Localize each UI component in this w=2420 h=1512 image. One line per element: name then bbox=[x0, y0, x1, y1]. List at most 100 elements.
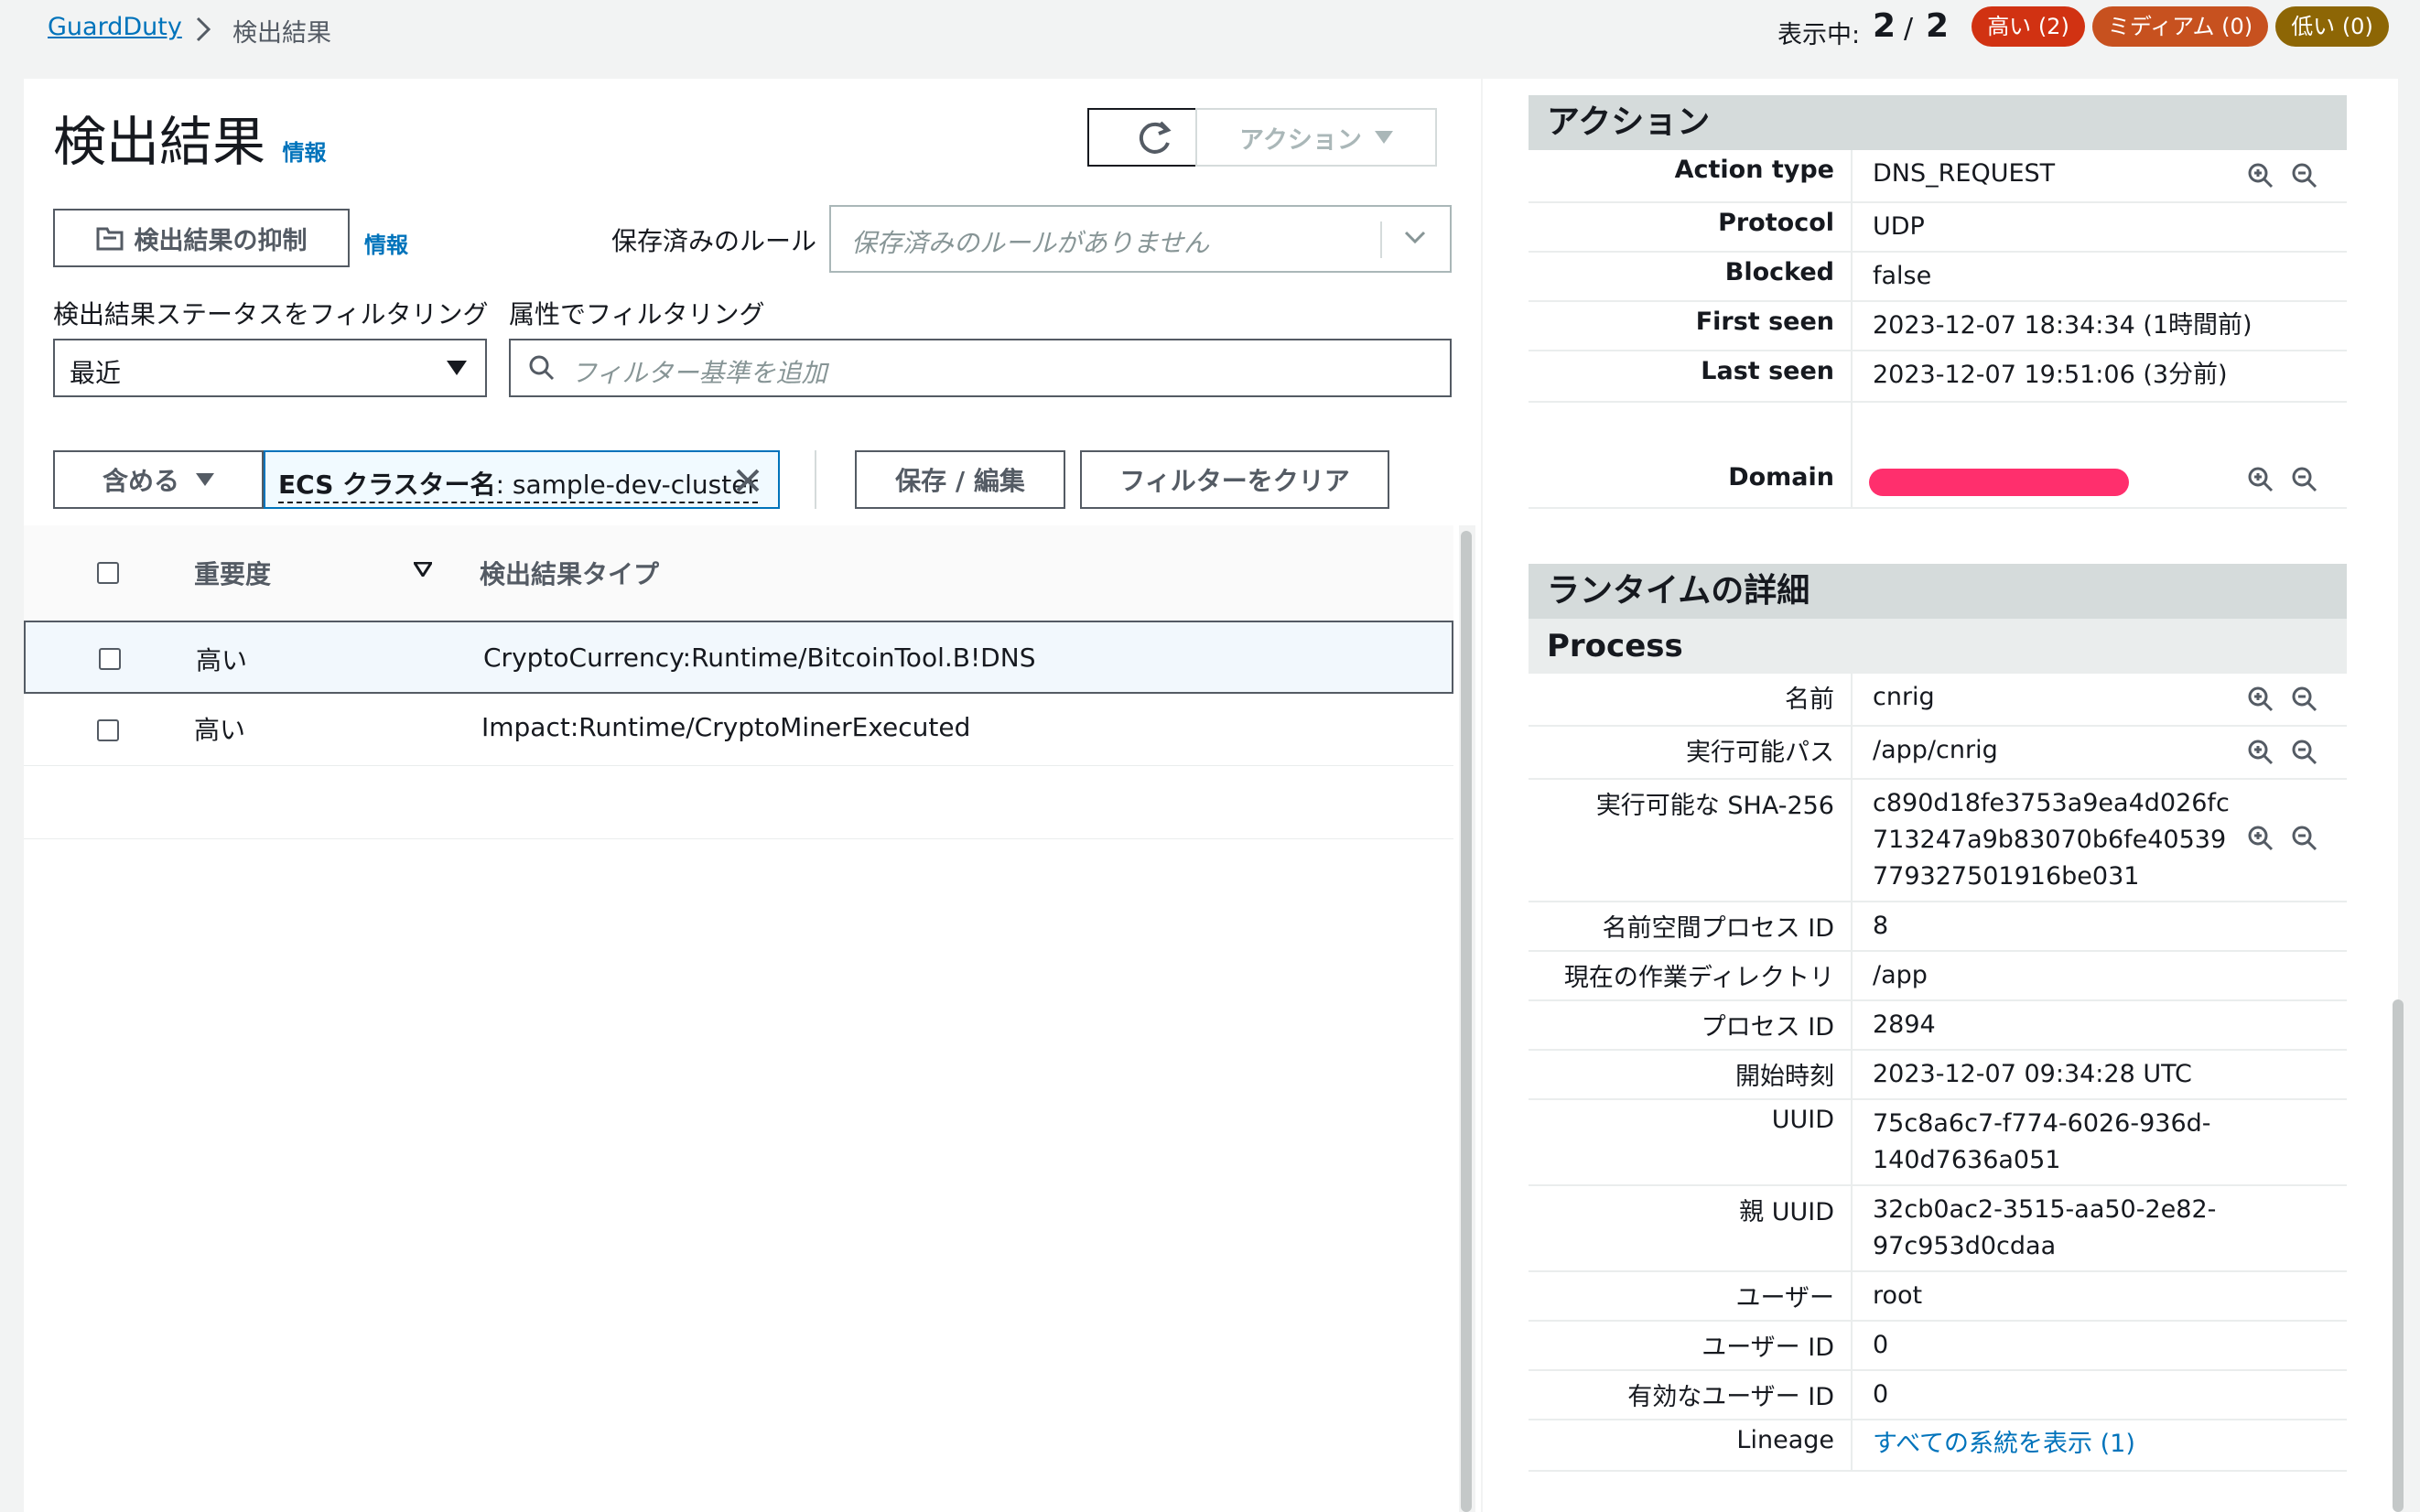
saved-rules-label: 保存済みのルール bbox=[611, 226, 817, 256]
process-subheader: Process bbox=[1529, 619, 2347, 674]
detail-row-lineage: Lineage すべての系統を表示 (1) bbox=[1529, 1420, 2347, 1472]
count-total: 2 bbox=[1926, 7, 1950, 45]
row-severity: 高い bbox=[194, 715, 246, 745]
caret-down-icon bbox=[196, 473, 214, 486]
include-dropdown[interactable]: 含める bbox=[53, 450, 264, 509]
count-label: 表示中: bbox=[1777, 21, 1861, 49]
detail-row-cwd: 現在の作業ディレクトリ /app bbox=[1529, 952, 2347, 1001]
action-section-header: アクション bbox=[1529, 95, 2347, 150]
caret-down-icon bbox=[1374, 131, 1393, 144]
detail-value: root bbox=[1873, 1281, 1923, 1310]
detail-row-user-id: ユーザー ID 0 bbox=[1529, 1322, 2347, 1371]
badge-medium[interactable]: ミディアム (0) bbox=[2092, 6, 2268, 47]
attribute-filter-input[interactable]: フィルター基準を追加 bbox=[509, 339, 1452, 397]
column-divider bbox=[1851, 1371, 1853, 1419]
select-all-checkbox[interactable] bbox=[97, 562, 119, 584]
breadcrumb-guardduty[interactable]: GuardDuty bbox=[48, 13, 182, 41]
detail-row-action-type: Action type DNS_REQUEST bbox=[1529, 150, 2347, 203]
caret-down-icon bbox=[447, 361, 467, 375]
detail-row-parent-uuid: 親 UUID 32cb0ac2-3515-aa50-2e82- 97c953d0… bbox=[1529, 1186, 2347, 1272]
table-row[interactable]: 高い Impact:Runtime/CryptoMinerExecuted bbox=[24, 694, 1453, 766]
zoom-out-icon[interactable] bbox=[2290, 824, 2319, 853]
detail-row-effective-user-id: 有効なユーザー ID 0 bbox=[1529, 1371, 2347, 1420]
breadcrumb-current: 検出結果 bbox=[232, 19, 331, 48]
suppress-info-link[interactable]: 情報 bbox=[364, 227, 408, 259]
detail-key: Protocol bbox=[1718, 209, 1834, 237]
detail-key: 親 UUID bbox=[1739, 1198, 1834, 1226]
row-type: Impact:Runtime/CryptoMinerExecuted bbox=[481, 712, 971, 742]
table-scrollbar[interactable] bbox=[1461, 531, 1472, 1512]
zoom-out-icon[interactable] bbox=[2290, 465, 2319, 494]
detail-key: 実行可能な SHA-256 bbox=[1595, 792, 1834, 820]
suppress-label: 検出結果の抑制 bbox=[134, 226, 308, 255]
detail-row-sha256: 実行可能な SHA-256 c890d18fe3753a9ea4d026fc 7… bbox=[1529, 780, 2347, 902]
detail-key: Last seen bbox=[1701, 357, 1834, 385]
runtime-section-header: ランタイムの詳細 bbox=[1529, 564, 2347, 619]
zoom-in-icon[interactable] bbox=[2246, 161, 2275, 190]
column-divider bbox=[1851, 302, 1853, 350]
attribute-filter-placeholder: フィルター基準を追加 bbox=[571, 358, 827, 388]
empty-row bbox=[24, 765, 1453, 839]
count-shown: 2 bbox=[1873, 7, 1896, 45]
filter-token[interactable]: ECS クラスター名: sample-dev-cluster bbox=[264, 450, 780, 509]
detail-value: 2894 bbox=[1873, 1010, 1936, 1039]
column-divider bbox=[1851, 1272, 1853, 1320]
detail-key: プロセス ID bbox=[1701, 1013, 1834, 1042]
clear-filters-button[interactable]: フィルターをクリア bbox=[1080, 450, 1389, 509]
save-edit-button[interactable]: 保存 / 編集 bbox=[855, 450, 1065, 509]
type-column-header[interactable]: 検出結果タイプ bbox=[480, 555, 659, 591]
detail-value: 32cb0ac2-3515-aa50-2e82- 97c953d0cdaa bbox=[1873, 1195, 2217, 1260]
include-label: 含める bbox=[102, 466, 179, 496]
detail-key: 実行可能パス bbox=[1686, 739, 1834, 767]
detail-value: 0 bbox=[1873, 1380, 1889, 1409]
page-title-text: 検出結果 bbox=[53, 111, 266, 173]
zoom-out-icon[interactable] bbox=[2290, 685, 2319, 714]
detail-key: ユーザー ID bbox=[1702, 1334, 1834, 1362]
row-checkbox[interactable] bbox=[99, 648, 121, 670]
status-filter-value: 最近 bbox=[70, 358, 122, 388]
saved-rules-select[interactable]: 保存済みのルールがありません bbox=[829, 205, 1452, 273]
title-info-link[interactable]: 情報 bbox=[282, 140, 326, 166]
column-divider bbox=[1851, 351, 1853, 401]
zoom-in-icon[interactable] bbox=[2246, 465, 2275, 494]
row-severity: 高い bbox=[196, 645, 248, 675]
filter-token-label: ECS クラスター名: sample-dev-cluster bbox=[278, 465, 758, 503]
badge-high[interactable]: 高い (2) bbox=[1972, 6, 2085, 47]
filter-token-key: ECS クラスター名 bbox=[278, 470, 496, 500]
toolbar-divider bbox=[815, 450, 816, 509]
zoom-out-icon[interactable] bbox=[2290, 738, 2319, 767]
row-checkbox[interactable] bbox=[97, 719, 119, 741]
column-divider bbox=[1851, 1186, 1853, 1270]
detail-key: First seen bbox=[1695, 308, 1834, 336]
details-scrollbar[interactable] bbox=[2393, 999, 2404, 1512]
close-icon[interactable] bbox=[732, 465, 763, 496]
table-row[interactable]: 高い CryptoCurrency:Runtime/BitcoinTool.B!… bbox=[24, 621, 1453, 694]
column-divider bbox=[1851, 1001, 1853, 1049]
detail-row-domain: Domain bbox=[1529, 403, 2347, 509]
select-divider bbox=[1380, 221, 1382, 258]
sort-down-icon[interactable] bbox=[414, 562, 432, 577]
detail-key: 名前空間プロセス ID bbox=[1602, 914, 1834, 943]
zoom-out-icon[interactable] bbox=[2290, 161, 2319, 190]
suppress-findings-button[interactable]: 検出結果の抑制 bbox=[53, 209, 350, 267]
zoom-in-icon[interactable] bbox=[2246, 824, 2275, 853]
detail-row-user: ユーザー root bbox=[1529, 1272, 2347, 1322]
filter-token-value: : sample-dev-cluster bbox=[495, 470, 758, 500]
column-divider bbox=[1851, 727, 1853, 778]
lineage-link[interactable]: すべての系統を表示 (1) bbox=[1873, 1426, 2135, 1463]
chevron-down-icon bbox=[1404, 231, 1426, 244]
status-filter-select[interactable]: 最近 bbox=[53, 339, 487, 397]
column-divider bbox=[1851, 403, 1853, 507]
severity-column-header[interactable]: 重要度 bbox=[194, 555, 271, 591]
actions-label: アクション bbox=[1239, 125, 1362, 155]
badge-low[interactable]: 低い (0) bbox=[2275, 6, 2389, 47]
actions-button[interactable]: アクション bbox=[1195, 108, 1437, 167]
row-type: CryptoCurrency:Runtime/BitcoinTool.B!DNS bbox=[483, 643, 1036, 673]
detail-value: /app/cnrig bbox=[1873, 736, 1998, 764]
zoom-in-icon[interactable] bbox=[2246, 738, 2275, 767]
zoom-in-icon[interactable] bbox=[2246, 685, 2275, 714]
column-divider bbox=[1851, 150, 1853, 201]
detail-row-last-seen: Last seen 2023-12-07 19:51:06 (3分前) bbox=[1529, 351, 2347, 403]
column-divider bbox=[1851, 674, 1853, 725]
chevron-right-icon bbox=[196, 16, 211, 42]
